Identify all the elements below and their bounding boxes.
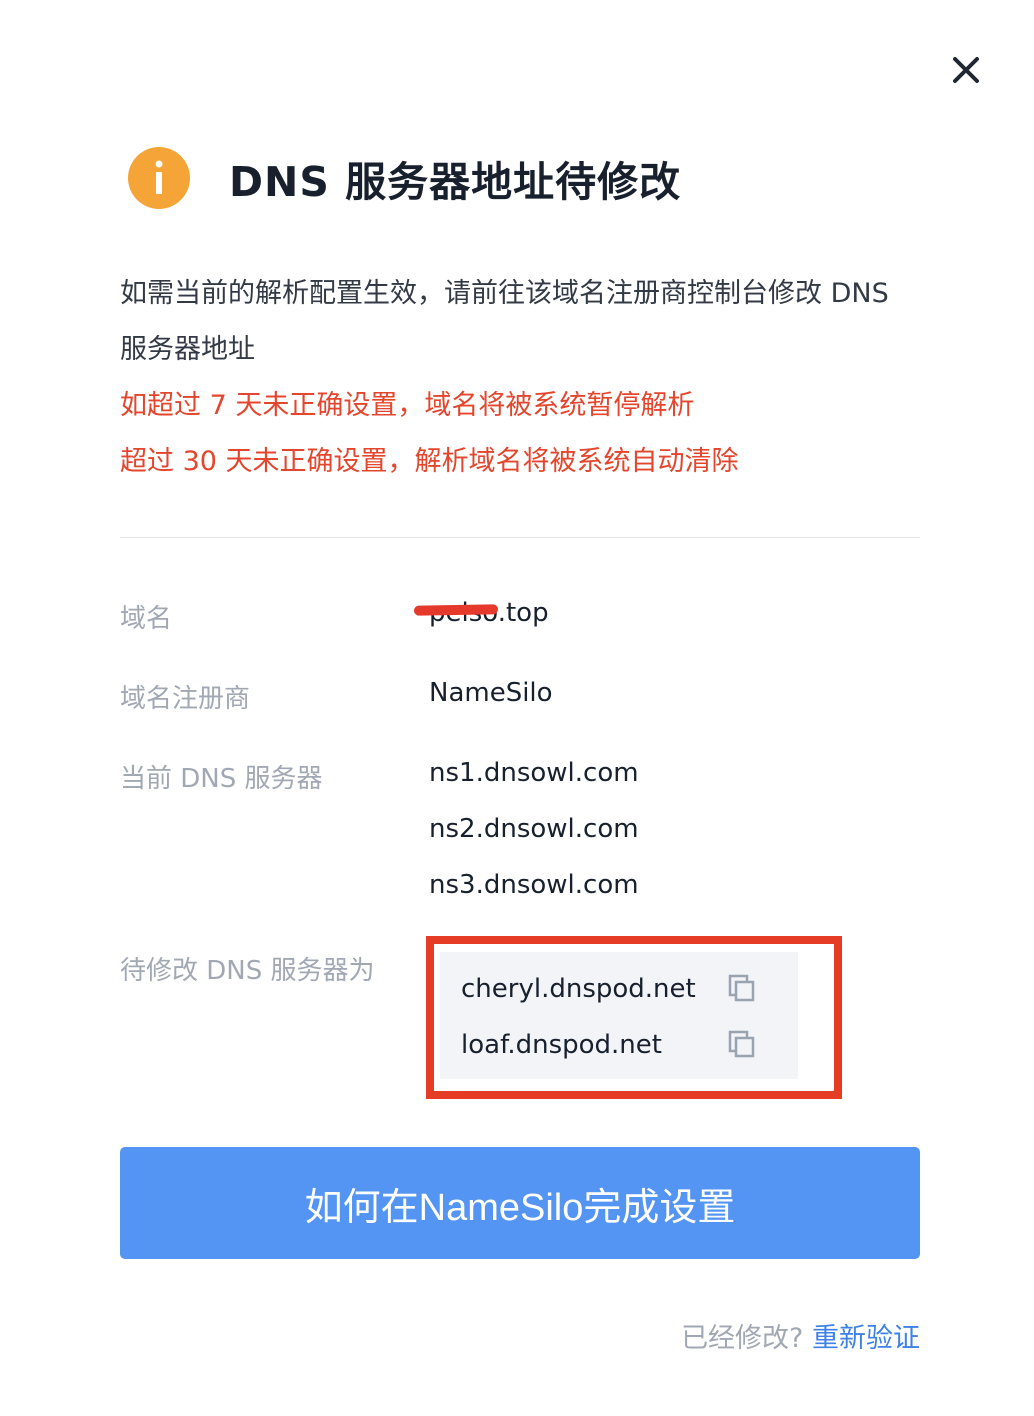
copy-icon[interactable] xyxy=(727,1029,757,1059)
warning-line: 超过 30 天未正确设置，解析域名将被系统自动清除 xyxy=(120,446,739,477)
copy-icon[interactable] xyxy=(727,973,757,1003)
description-line: 服务器地址 xyxy=(120,334,255,365)
modified-question: 已经修改? xyxy=(681,1323,804,1354)
target-dns-item: cheryl.dnspod.net xyxy=(461,974,696,1004)
description-line: 如需当前的解析配置生效，请前往该域名注册商控制台修改 DNS xyxy=(120,278,889,309)
current-dns-item: ns3.dnsowl.com xyxy=(429,870,639,900)
warning-line: 如超过 7 天未正确设置，域名将被系统暂停解析 xyxy=(120,390,695,421)
dialog-header: DNS 服务器地址待修改 xyxy=(128,146,681,210)
divider xyxy=(120,537,920,538)
dns-modify-dialog: DNS 服务器地址待修改 如需当前的解析配置生效，请前往该域名注册商控制台修改 … xyxy=(0,0,1034,1416)
namesilo-setup-guide-button[interactable]: 如何在NameSilo完成设置 xyxy=(120,1147,920,1259)
reverify-link[interactable]: 重新验证 xyxy=(812,1323,920,1354)
info-icon xyxy=(128,147,190,209)
dialog-title: DNS 服务器地址待修改 xyxy=(229,158,682,206)
registrar-label: 域名注册商 xyxy=(120,684,251,714)
current-dns-label: 当前 DNS 服务器 xyxy=(120,764,323,794)
registrar-value: NameSilo xyxy=(429,678,553,708)
redaction-mark xyxy=(413,604,499,616)
close-icon xyxy=(953,57,979,83)
current-dns-item: ns2.dnsowl.com xyxy=(429,814,639,844)
target-dns-box: cheryl.dnspod.net loaf.dnspod.net xyxy=(440,952,798,1079)
target-dns-item: loaf.dnspod.net xyxy=(461,1030,662,1060)
current-dns-item: ns1.dnsowl.com xyxy=(429,758,639,788)
dialog-description: 如需当前的解析配置生效，请前往该域名注册商控制台修改 DNS 服务器地址 如超过… xyxy=(120,266,930,490)
domain-label: 域名 xyxy=(120,604,173,634)
reverify-footer: 已经修改? 重新验证 xyxy=(681,1316,920,1355)
close-button[interactable] xyxy=(946,50,986,90)
target-dns-label: 待修改 DNS 服务器为 xyxy=(120,956,375,986)
